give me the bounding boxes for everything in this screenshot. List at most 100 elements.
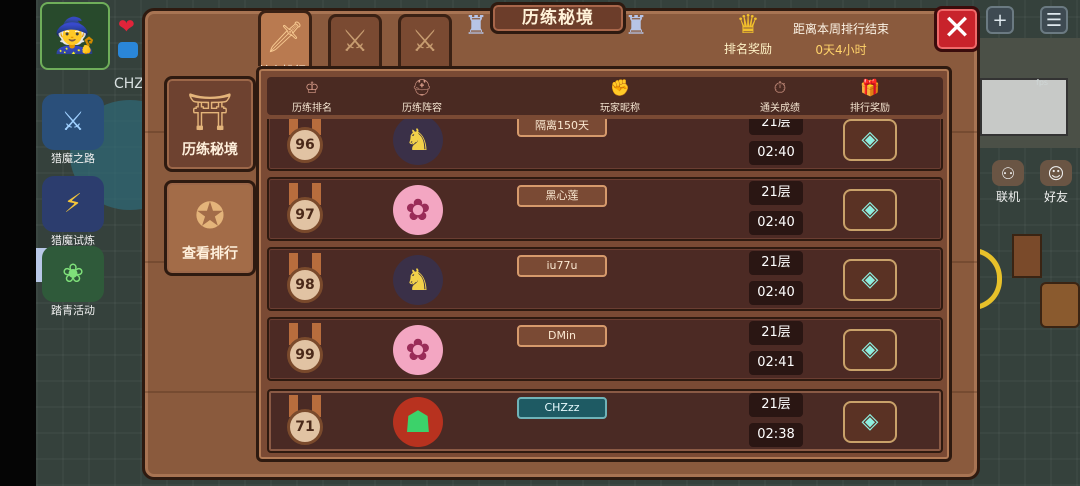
rank-medal: 99 [281,323,329,379]
friends-label: 好友 [1043,190,1068,204]
rank-number: 71 [287,409,323,445]
multiplayer-button[interactable]: ⚇ 联机 [988,160,1028,205]
crossed-swords-icon: ⚔ [341,24,369,59]
ranking-list[interactable]: ♔ 历练排名 ⛑ 历练阵容 ✊ 玩家昵称 ⏱ 通关成绩 🎁 排行奖励 96 ♞ [256,66,952,462]
clear-time: 02:40 [749,211,803,235]
countdown-title: 距离本周排行结束 [792,22,889,36]
floor-value: 21层 [749,119,803,135]
column-reward: 🎁 排行奖励 [835,77,905,114]
floor-value: 21层 [749,393,803,417]
trophy-icon: ♛ [736,10,760,40]
side-menu-label: 猎魔之路 [51,152,95,165]
ranking-rows: 96 ♞ 隔离150天 21层 02:40 ◈ 97 ✿ 黑心莲 21层 02:… [267,119,943,457]
rank-badge-icon: ✪ [194,196,226,237]
reward-chest-icon[interactable]: ◈ [843,401,897,443]
avatar-pink-girl-icon: ✿ [393,185,443,235]
tab-team-ranking[interactable]: ⚔ [398,14,452,66]
tab-trial-realm[interactable]: ⛩ 历练秘境 [164,76,256,172]
menu-icon[interactable]: ☰ [1040,6,1068,34]
reward-chest-icon[interactable]: ◈ [843,329,897,371]
close-button[interactable]: ✕ [934,6,980,52]
ranking-row[interactable]: 98 ♞ iu77u 21层 02:40 ◈ [267,247,943,311]
map-barrel-decoration [1040,282,1080,328]
tab-solo-ranking[interactable]: 🗡 [258,10,312,66]
column-lineup: ⛑ 历练阵容 [387,77,457,114]
multiplayer-label: 联机 [995,190,1020,204]
weekly-countdown: 距离本周排行结束 0天4小时 [786,20,896,58]
column-player-name: ✊ 玩家昵称 [585,77,655,114]
avatar-knight-icon: ♞ [393,119,443,165]
player-name: 黑心莲 [517,185,607,207]
reward-chest-icon[interactable]: ◈ [843,189,897,231]
tab-trial-realm-label: 历练秘境 [182,142,238,158]
player-name: iu77u [517,255,607,277]
side-menu-demon-trial[interactable]: ⚡ 猎魔试炼 [38,176,108,248]
avatar-pink-girl-icon: ✿ [393,325,443,375]
clear-time: 02:40 [749,281,803,305]
my-ranking-row[interactable]: 71 ☗ CHZzz 21层 02:38 ◈ [267,389,943,453]
tower-icon: ♜ [464,11,488,41]
tab-view-ranking[interactable]: ✪ 查看排行 [164,180,256,276]
column-player-name-label: 玩家昵称 [600,103,640,114]
side-menu-demon-path[interactable]: ⚔ 猎魔之路 [38,94,108,166]
tower-icon: ♜ [624,11,648,41]
rank-medal: 71 [281,395,329,451]
rank-number: 98 [287,267,323,303]
column-clear-result-label: 通关成绩 [760,103,800,114]
shrine-icon: ⛩ [187,92,233,133]
column-clear-result: ⏱ 通关成绩 [745,77,815,114]
left-letterbox [0,0,36,486]
spring-outing-icon: ❀ [42,246,104,302]
column-reward-label: 排行奖励 [850,103,890,114]
player-short-name: CHZ [114,76,144,92]
demon-trial-icon: ⚡ [42,176,104,232]
rank-medal: 98 [281,253,329,309]
player-name: DMin [517,325,607,347]
player-name: 隔离150天 [517,119,607,137]
heart-icon: ❤ [118,14,135,38]
side-menu-spring-outing[interactable]: ❀ 踏青活动 [38,246,108,318]
demon-path-icon: ⚔ [42,94,104,150]
column-header-row: ♔ 历练排名 ⛑ 历练阵容 ✊ 玩家昵称 ⏱ 通关成绩 🎁 排行奖励 [267,77,943,115]
floor-value: 21层 [749,321,803,345]
floor-value: 21层 [749,181,803,205]
building-window [980,78,1068,136]
countdown-value: 0天4小时 [815,43,867,57]
column-rank: ♔ 历练排名 [277,77,347,114]
rank-number: 96 [287,127,323,163]
rank-medal: 97 [281,183,329,239]
hero-portrait[interactable]: 🧙 [40,2,110,70]
ranking-reward-label: 排名奖励 [723,42,772,56]
helmet-icon: ⛑ [411,78,433,97]
map-post-decoration [1012,234,1042,278]
ranking-row[interactable]: 96 ♞ 隔离150天 21层 02:40 ◈ [267,119,943,171]
rank-medal: 96 [281,119,329,169]
avatar-knight-icon: ♞ [393,255,443,305]
player-name: CHZzz [517,397,607,419]
tab-duo-ranking[interactable]: ⚔ [328,14,382,66]
mana-icon [118,42,138,58]
friends-button[interactable]: ☺ 好友 [1036,160,1076,205]
fist-icon: ✊ [610,78,630,97]
column-rank-label: 历练排名 [292,103,332,114]
panel-title: 历练秘境 [490,2,626,34]
friends-icon: ☺ [1040,160,1072,186]
crossed-swords-icon: ⚔ [411,24,439,59]
floor-value: 21层 [749,251,803,275]
fps-label: fps [1036,78,1049,87]
rank-number: 97 [287,197,323,233]
clear-time: 02:41 [749,351,803,375]
clear-time: 02:38 [749,423,803,447]
reward-chest-icon[interactable]: ◈ [843,119,897,161]
reward-chest-icon[interactable]: ◈ [843,259,897,301]
avatar-dragon-mask-icon: ☗ [393,397,443,447]
ranking-row[interactable]: 99 ✿ DMin 21层 02:41 ◈ [267,317,943,381]
ranking-row[interactable]: 97 ✿ 黑心莲 21层 02:40 ◈ [267,177,943,241]
tab-view-ranking-label: 查看排行 [182,246,238,262]
crown-icon: ♔ [304,78,320,97]
side-menu-label: 踏青活动 [51,304,95,317]
gift-icon: 🎁 [860,78,880,97]
ranking-reward-button[interactable]: ♛ 排名奖励 [720,10,776,57]
multiplayer-icon: ⚇ [992,160,1024,186]
add-icon[interactable]: + [986,6,1014,34]
